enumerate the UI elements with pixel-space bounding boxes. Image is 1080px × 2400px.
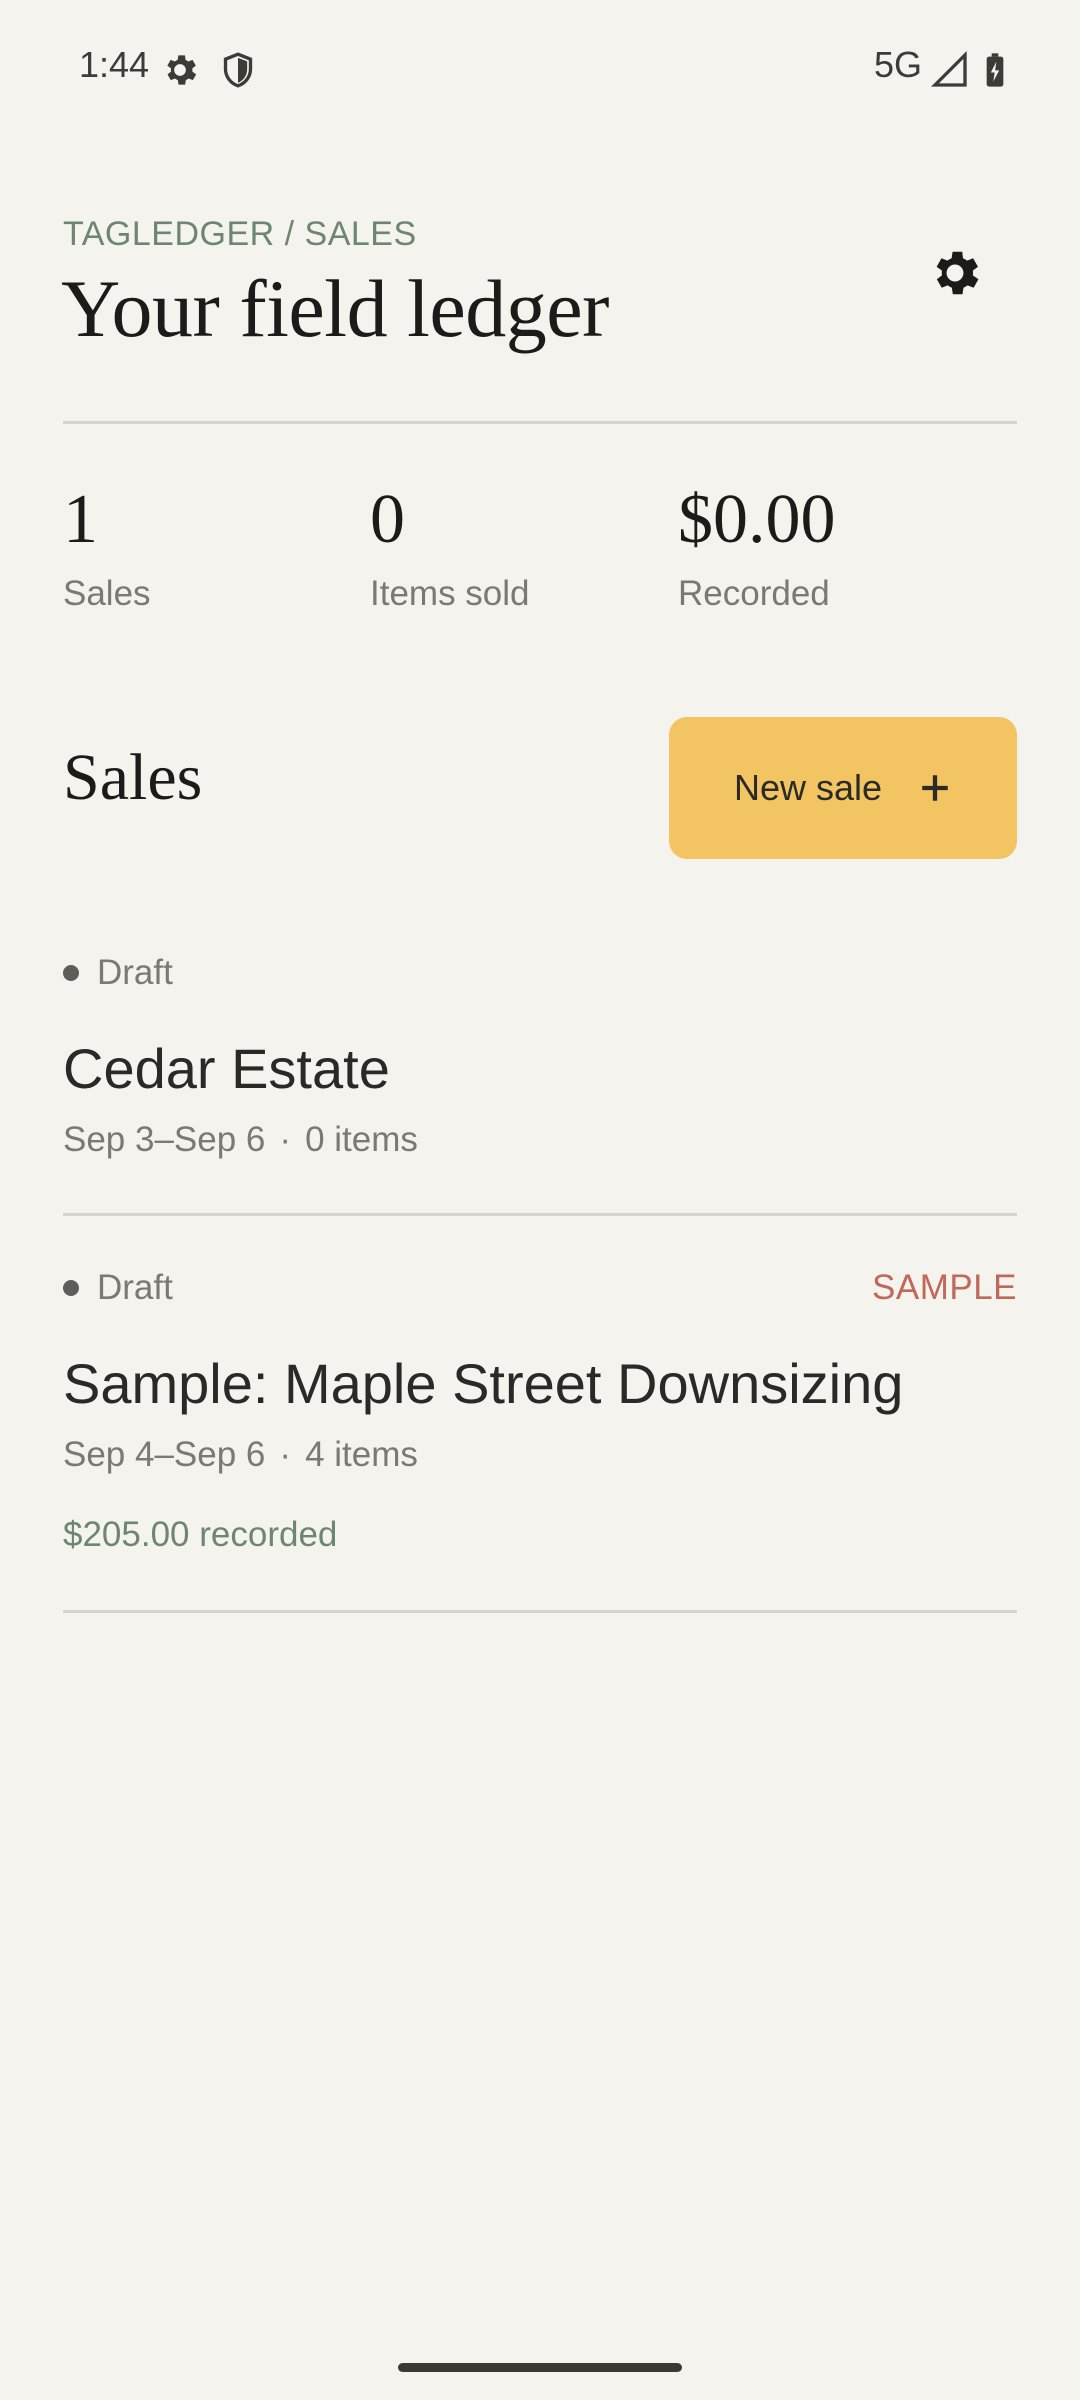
signal-icon — [930, 50, 967, 87]
sale-item-count: 0 items — [305, 1120, 418, 1159]
gear-icon — [167, 55, 197, 85]
home-indicator[interactable] — [398, 2363, 682, 2372]
sale-recorded-amount: $205.00 recorded — [63, 1515, 338, 1554]
stat-value: 1 — [63, 481, 98, 558]
stat-value: 0 — [370, 481, 405, 558]
status-dot — [63, 1280, 79, 1296]
stat-label: Items sold — [370, 574, 530, 613]
network-type: 5G — [874, 44, 923, 85]
sample-badge: SAMPLE — [872, 1268, 1017, 1307]
meta-separator: · — [279, 1120, 292, 1159]
battery-charging-icon — [986, 53, 1004, 87]
sale-meta: Sep 4–Sep 6 · 4 items — [63, 1435, 1017, 1475]
page-title: Your field ledger — [61, 263, 609, 354]
plus-icon — [922, 775, 948, 801]
list-divider — [63, 1610, 1017, 1613]
status-time: 1:44 — [79, 44, 150, 85]
status-dot — [63, 965, 79, 981]
stat-recorded: $0.00 Recorded — [678, 478, 978, 614]
breadcrumb: TAGLEDGER / SALES — [63, 215, 417, 253]
meta-separator: · — [279, 1435, 292, 1474]
sales-section-title: Sales — [63, 741, 203, 814]
stat-items-sold: 0 Items sold — [370, 478, 670, 614]
sale-status-row: Draft SAMPLE — [63, 1263, 1017, 1313]
settings-button[interactable] — [920, 238, 990, 308]
sale-status-row: Draft — [63, 948, 1017, 998]
shield-icon — [223, 52, 253, 88]
gear-icon — [936, 251, 979, 295]
sale-name: Sample: Maple Street Downsizing — [63, 1352, 904, 1415]
header-divider — [63, 421, 1017, 424]
sale-list-item[interactable]: Draft SAMPLE Sample: Maple Street Downsi… — [63, 1263, 1017, 1555]
sale-item-count: 4 items — [305, 1435, 418, 1474]
stat-value: $0.00 — [678, 481, 836, 558]
status-bar: 1:44 5G — [0, 0, 1080, 135]
sale-dates: Sep 4–Sep 6 — [63, 1435, 266, 1474]
sale-meta: Sep 3–Sep 6 · 0 items — [63, 1120, 1017, 1160]
sale-name: Cedar Estate — [63, 1037, 390, 1100]
new-sale-button[interactable]: New sale — [669, 717, 1017, 859]
stat-label: Recorded — [678, 574, 830, 613]
new-sale-label: New sale — [733, 767, 883, 808]
sale-dates: Sep 3–Sep 6 — [63, 1120, 266, 1159]
sale-status: Draft — [97, 953, 173, 992]
stat-sales: 1 Sales — [63, 478, 363, 614]
sale-list-item[interactable]: Draft Cedar Estate Sep 3–Sep 6 · 0 items — [63, 948, 1017, 1160]
sale-status: Draft — [97, 1268, 173, 1307]
list-divider — [63, 1213, 1017, 1216]
stat-label: Sales — [63, 574, 151, 613]
